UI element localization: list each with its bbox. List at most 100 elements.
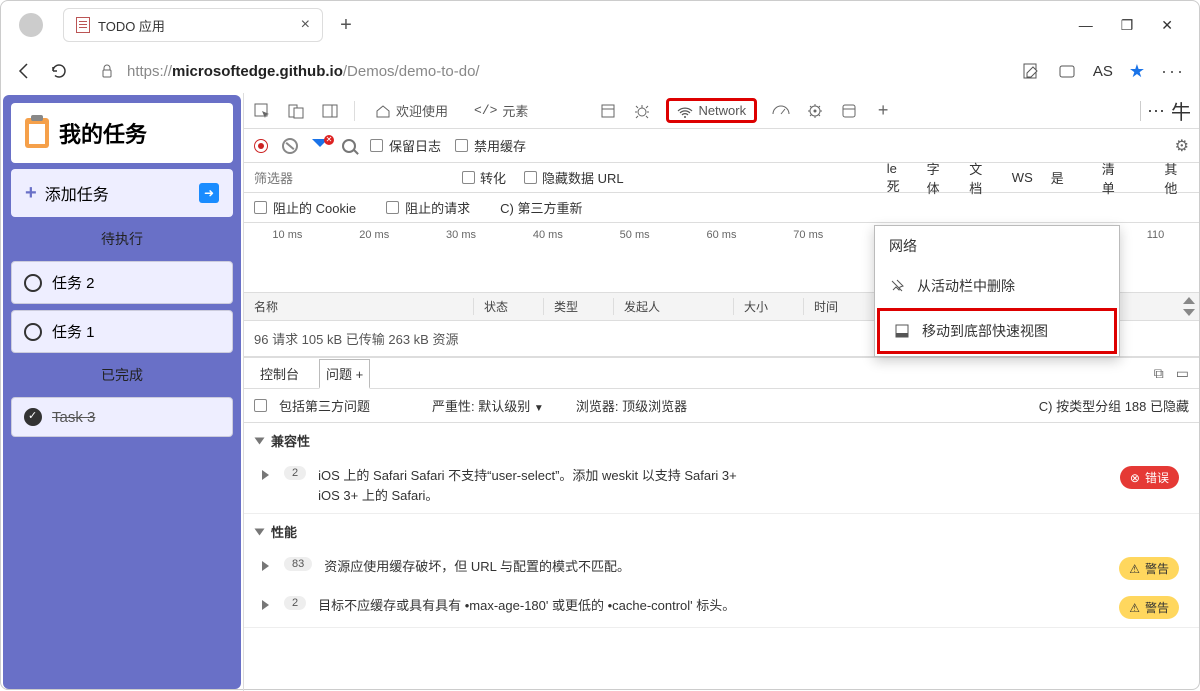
issue-item[interactable]: 83 资源应使用缓存破坏，但 URL 与配置的模式不匹配。 ⚠ 警告 xyxy=(244,549,1199,588)
clipboard-icon xyxy=(25,118,49,148)
drawer-layout-icon[interactable]: ⧉ xyxy=(1154,365,1164,382)
third-party-label[interactable]: C) 第三方重新 xyxy=(500,198,582,217)
app-tab-icon[interactable] xyxy=(839,101,859,121)
f-font[interactable]: 字体 xyxy=(927,159,952,197)
filter-input[interactable]: 筛选器 xyxy=(254,168,444,187)
site-info-icon[interactable] xyxy=(97,61,117,81)
task-item[interactable]: 任务 1 xyxy=(11,310,233,353)
add-task-row[interactable]: + 添加任务 ➜ xyxy=(11,169,233,217)
issues-toolbar: 包括第三方问题 严重性: 默认级别 ▼ 浏览器: 顶级浏览器 C) 按类型分组 … xyxy=(244,389,1199,423)
blocked-cookie-toggle[interactable]: 阻止的 Cookie xyxy=(254,198,356,217)
blocked-req-toggle[interactable]: 阻止的请求 xyxy=(386,198,470,217)
col-size[interactable]: 大小 xyxy=(734,298,804,315)
dock-bottom-icon xyxy=(894,323,910,339)
grouped-label: C) 按类型分组 188 已隐藏 xyxy=(1039,396,1189,415)
clear-icon[interactable] xyxy=(282,138,298,154)
chevron-right-icon xyxy=(262,561,269,571)
issues-section-perf[interactable]: 性能 xyxy=(244,514,1199,549)
f-manifest[interactable]: 清单 xyxy=(1102,159,1127,197)
address-bar[interactable]: https://microsoftedge.github.io/Demos/de… xyxy=(83,54,1007,88)
perf-icon[interactable] xyxy=(771,101,791,121)
add-tab-icon[interactable]: + xyxy=(873,101,893,121)
error-badge: ⊗ 错误 xyxy=(1120,466,1179,489)
edit-icon[interactable] xyxy=(1021,61,1041,81)
checkbox-checked-icon[interactable] xyxy=(24,408,42,426)
task-item[interactable]: 任务 2 xyxy=(11,261,233,304)
issue-count: 2 xyxy=(284,596,306,610)
favorite-icon[interactable]: ★ xyxy=(1129,61,1145,82)
warn-badge: ⚠ 警告 xyxy=(1119,557,1179,580)
context-menu: 网络 从活动栏中删除 移动到底部快速视图 xyxy=(874,225,1120,357)
warn-badge: ⚠ 警告 xyxy=(1119,596,1179,619)
refresh-icon[interactable] xyxy=(49,61,69,81)
plus-icon: + xyxy=(25,182,37,205)
issue-text: 目标不应缓存或具有具有 •max-age-180' 或更低的 •cache-co… xyxy=(318,596,1107,616)
sources-icon[interactable] xyxy=(598,101,618,121)
severity-label: 严重性: 默认级别 ▼ xyxy=(432,396,544,415)
f-doc[interactable]: 文档 xyxy=(969,159,994,197)
done-header: 已完成 xyxy=(11,359,233,391)
f-cut[interactable]: le死 xyxy=(887,161,909,195)
maximize-icon[interactable]: ❐ xyxy=(1121,17,1134,34)
app-title: 我的任务 xyxy=(59,117,147,149)
issue-item[interactable]: 2 iOS 上的 Safari Safari 不支持“user-select”。… xyxy=(244,458,1199,513)
submit-arrow-icon[interactable]: ➜ xyxy=(199,183,219,203)
issue-text: iOS 上的 Safari Safari 不支持“user-select”。添加… xyxy=(318,466,1108,505)
issue-count: 83 xyxy=(284,557,312,571)
profile-label[interactable]: AS xyxy=(1093,63,1113,80)
f-other[interactable]: 其他 xyxy=(1164,159,1189,197)
close-window-icon[interactable]: ✕ xyxy=(1161,17,1173,34)
col-time[interactable]: 时间 xyxy=(804,298,884,315)
memory-icon[interactable] xyxy=(805,101,825,121)
settings-icon[interactable]: ⚙ xyxy=(1175,136,1189,156)
checkbox-icon[interactable] xyxy=(24,274,42,292)
tab-network[interactable]: Network xyxy=(666,98,757,123)
browser-tab[interactable]: TODO 应用 × xyxy=(63,8,323,42)
tab-welcome[interactable]: 欢迎使用 xyxy=(369,97,454,124)
third-party-checkbox[interactable] xyxy=(254,399,267,412)
drawer-dock-icon[interactable]: ▭ xyxy=(1176,365,1189,382)
hide-data-toggle[interactable]: 隐藏数据 URL xyxy=(524,168,624,187)
new-tab-button[interactable]: + xyxy=(329,8,363,42)
tab-elements[interactable]: </>元素 xyxy=(468,97,534,124)
app-icon[interactable] xyxy=(1057,61,1077,81)
record-icon[interactable] xyxy=(254,139,268,153)
pending-header: 待执行 xyxy=(11,223,233,255)
col-type[interactable]: 类型 xyxy=(544,298,614,315)
more-icon[interactable]: ··· xyxy=(1161,61,1185,82)
chevron-down-icon xyxy=(255,528,265,535)
search-icon[interactable] xyxy=(342,139,356,153)
col-name[interactable]: 名称 xyxy=(244,298,474,315)
col-initiator[interactable]: 发起人 xyxy=(614,298,734,315)
filter-icon[interactable]: ✕ xyxy=(312,139,328,153)
f-yes[interactable]: 是 xyxy=(1051,168,1064,187)
inspect-icon[interactable] xyxy=(252,101,272,121)
tab-favicon xyxy=(76,17,90,33)
minimize-icon[interactable]: — xyxy=(1079,17,1093,34)
scroll-up-icon[interactable] xyxy=(1183,297,1195,304)
ctx-remove[interactable]: 从活动栏中删除 xyxy=(875,266,1119,306)
bug-icon[interactable] xyxy=(632,101,652,121)
col-status[interactable]: 状态 xyxy=(474,298,544,315)
issues-tab[interactable]: 问题 + xyxy=(319,359,370,389)
f-ws[interactable]: WS xyxy=(1012,170,1033,185)
disable-cache-toggle[interactable]: 禁用缓存 xyxy=(455,136,526,155)
checkbox-icon[interactable] xyxy=(24,323,42,341)
preserve-log-toggle[interactable]: 保留日志 xyxy=(370,136,441,155)
close-tab-icon[interactable]: × xyxy=(301,16,310,34)
profile-avatar[interactable] xyxy=(19,13,43,37)
panel-icon[interactable] xyxy=(320,101,340,121)
chevron-down-icon xyxy=(255,437,265,444)
ctx-move-bottom[interactable]: 移动到底部快速视图 xyxy=(877,308,1117,354)
drawer-tabs: 控制台 问题 + ⧉ ▭ xyxy=(244,357,1199,389)
device-icon[interactable] xyxy=(286,101,306,121)
console-tab[interactable]: 控制台 xyxy=(254,360,305,387)
task-item-done[interactable]: Task 3 xyxy=(11,397,233,437)
issues-section-compat[interactable]: 兼容性 xyxy=(244,423,1199,458)
issue-item[interactable]: 2 目标不应缓存或具有具有 •max-age-180' 或更低的 •cache-… xyxy=(244,588,1199,627)
filter-row: 筛选器 转化 隐藏数据 URL le死 字体 文档 WS 是 清单 其他 xyxy=(244,163,1199,193)
invert-toggle[interactable]: 转化 xyxy=(462,168,506,187)
scroll-down-icon[interactable] xyxy=(1183,309,1195,316)
back-icon[interactable] xyxy=(15,61,35,81)
devtools-more[interactable]: ···牛 xyxy=(1140,96,1191,125)
